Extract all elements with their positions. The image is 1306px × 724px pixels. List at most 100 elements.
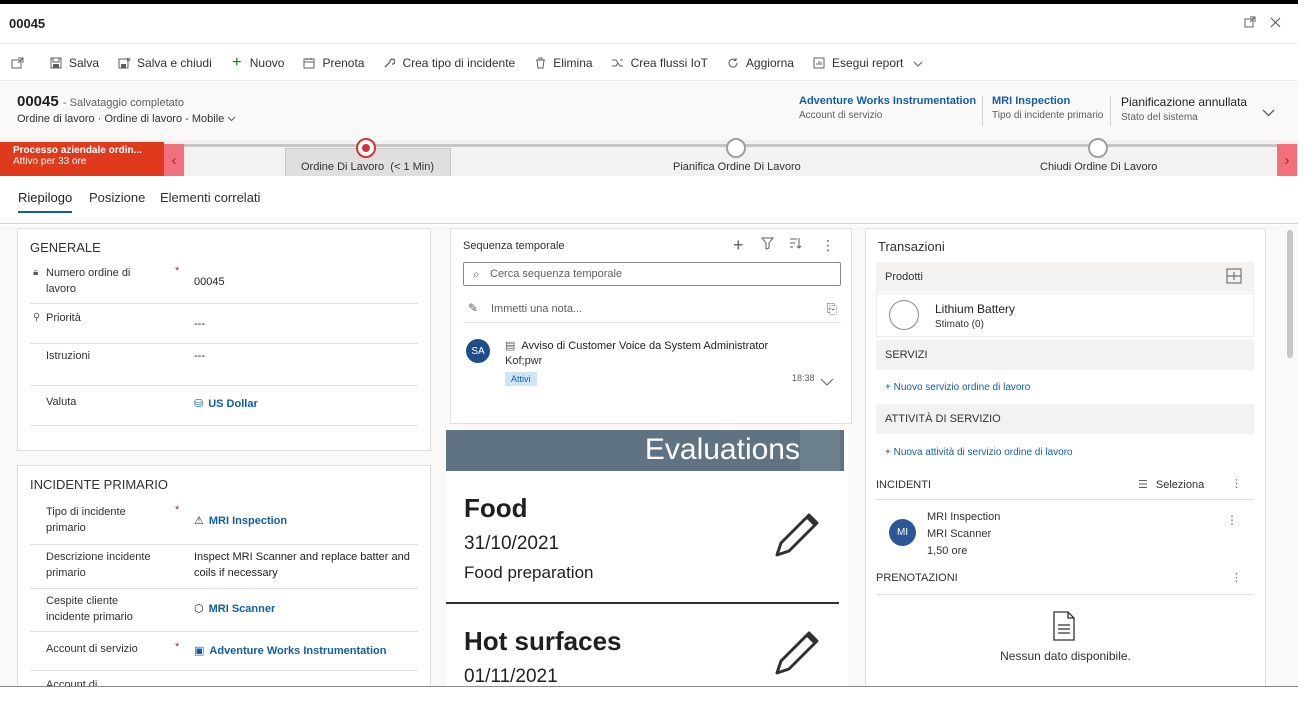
avatar: SA	[466, 339, 490, 363]
add-service-link[interactable]: + Nuovo servizio ordine di lavoro	[885, 382, 1030, 393]
header-divider	[982, 96, 983, 126]
timeline-entry-time: 18:38	[792, 373, 815, 383]
more-icon[interactable]: ⋮	[821, 237, 835, 254]
popout-icon[interactable]	[1244, 16, 1256, 31]
save-close-button[interactable]: Salva e chiudi	[108, 45, 221, 81]
bpf-stage-label-2[interactable]: Pianifica Ordine Di Lavoro	[673, 161, 801, 173]
field-label: Account di	[46, 679, 98, 686]
evaluation-name: Hot surfaces	[464, 626, 622, 656]
evaluation-item[interactable]: Food 31/10/2021 Food preparation	[446, 471, 839, 604]
section-title: Transazioni	[878, 239, 945, 254]
bpf-stage-label-1[interactable]: Ordine Di Lavoro (< 1 Min)	[301, 161, 434, 173]
form-selector[interactable]: Ordine di lavoro · Ordine di lavoro - Mo…	[17, 113, 236, 125]
header-field-incident-type[interactable]: MRI Inspection Tipo di incidente primario	[992, 95, 1103, 121]
subgrid-prodotti-header: Prodotti	[876, 262, 1254, 292]
field-value-link[interactable]: ⬡ MRI Scanner	[194, 601, 418, 617]
section-incidente-primario: INCIDENTE PRIMARIO Tipo di incidente pri…	[17, 465, 431, 686]
refresh-icon	[726, 56, 740, 70]
delete-button[interactable]: Elimina	[524, 45, 601, 81]
bpf-stage-node-2[interactable]	[726, 138, 746, 158]
field-row: ⚲ Priorità ---	[30, 304, 418, 344]
tab-elementi-correlati[interactable]: Elementi correlati	[160, 190, 260, 205]
run-report-button[interactable]: Esegui report	[803, 45, 932, 81]
new-button[interactable]: + Nuovo	[221, 45, 294, 81]
field-label: Cespite cliente incidente primario	[46, 595, 133, 623]
sort-icon[interactable]	[789, 237, 802, 253]
section-title: INCIDENTE PRIMARIO	[30, 477, 168, 492]
note-input[interactable]: ✎ Immetti una nota... ⎘	[463, 293, 841, 323]
key-icon: ⚲	[33, 312, 41, 323]
field-value[interactable]: ---	[194, 348, 418, 364]
field-row: 🔒︎ Numero ordine di lavoro * 00045	[30, 263, 418, 304]
save-icon	[49, 56, 63, 70]
required-marker: *	[175, 504, 180, 516]
scrollbar[interactable]	[1287, 230, 1293, 358]
field-label: 🔒︎ Numero ordine di lavoro	[33, 267, 131, 295]
survey-icon: ▤	[505, 340, 516, 352]
trash-icon	[533, 56, 547, 70]
field-row: Cespite cliente incidente primario ⬡ MRI …	[30, 589, 418, 632]
warning-icon: ⚠	[194, 515, 204, 527]
timeline-entry-title[interactable]: ▤ Avviso di Customer Voice da System Admi…	[505, 339, 768, 352]
book-button[interactable]: Prenota	[293, 45, 373, 81]
chevron-down-icon[interactable]	[820, 375, 834, 389]
product-card[interactable]: Lithium Battery Stimato (0)	[876, 293, 1254, 337]
header-field-service-account[interactable]: Adventure Works Instrumentation Account d…	[799, 95, 976, 121]
report-icon	[812, 56, 826, 70]
attachment-icon[interactable]: ⎘	[827, 301, 837, 317]
field-value-link[interactable]: ⛁ US Dollar	[194, 396, 418, 412]
evaluation-name: Food	[464, 493, 528, 523]
more-icon[interactable]: ⋮	[1231, 477, 1242, 490]
field-label: Tipo di incidente primario	[46, 506, 126, 534]
field-row: Valuta ⛁ US Dollar	[30, 386, 418, 426]
incident-card[interactable]: MRI Inspection MRI Scanner 1,50 ore	[927, 509, 1000, 560]
open-record-button[interactable]	[0, 45, 40, 81]
field-value[interactable]: 00045	[194, 274, 418, 290]
add-icon[interactable]: +	[733, 235, 744, 256]
bpf-stage-label-3[interactable]: Chiudi Ordine Di Lavoro	[1040, 161, 1157, 173]
more-icon[interactable]: ⋮	[1231, 571, 1242, 584]
create-iot-flows-button[interactable]: Crea flussi IoT	[602, 45, 717, 81]
edit-pencil-icon[interactable]	[771, 625, 825, 682]
select-button[interactable]: ☰ Seleziona	[1138, 478, 1204, 491]
status-badge: Attivi	[505, 372, 537, 386]
create-incident-type-button[interactable]: Crea tipo di incidente	[373, 45, 524, 81]
bpf-next-button[interactable]: ›	[1277, 144, 1297, 176]
evaluations-header-box	[800, 430, 840, 471]
subgrid-attivita-header: ATTIVITÀ DI SERVIZIO	[876, 404, 1254, 434]
bpf-process-flyout[interactable]: Processo aziendale ordin... Attivo per 33…	[0, 142, 164, 176]
close-icon[interactable]	[1270, 16, 1281, 31]
add-service-task-link[interactable]: + Nuova attività di servizio ordine di l…	[885, 447, 1073, 458]
evaluation-description: Food preparation	[464, 563, 594, 582]
document-icon	[1052, 611, 1076, 644]
bpf-prev-button[interactable]: ‹	[164, 144, 184, 176]
chevron-down-icon	[913, 56, 923, 70]
more-icon[interactable]: ⋮	[1226, 513, 1238, 527]
tab-riepilogo[interactable]: Riepilogo	[18, 190, 73, 213]
evaluations-panel: Evaluations Food 31/10/2021 Food prepara…	[446, 430, 848, 686]
filter-icon[interactable]	[760, 237, 775, 253]
bpf-stage-node-3[interactable]	[1088, 138, 1108, 158]
bpf-stage-node-1[interactable]	[356, 138, 376, 158]
wrench-icon	[382, 56, 396, 70]
field-value-link[interactable]: ▣ Adventure Works Instrumentation	[194, 643, 418, 659]
field-label: ⚲ Priorità	[33, 312, 81, 324]
account-icon: ▣	[194, 645, 205, 657]
evaluation-item[interactable]: Hot surfaces 01/11/2021	[446, 606, 839, 686]
header-expand-chevron-icon[interactable]	[1262, 106, 1275, 120]
timeline-title: Sequenza temporale	[463, 240, 565, 252]
calendar-icon	[302, 56, 316, 70]
field-value[interactable]: Inspect MRI Scanner and replace batter a…	[194, 549, 418, 581]
field-label: Istruzioni	[46, 350, 91, 362]
save-button[interactable]: Salva	[40, 45, 108, 81]
tab-posizione[interactable]: Posizione	[89, 190, 145, 205]
window-titlebar: 00045	[0, 4, 1298, 44]
form-tabs: Riepilogo Posizione Elementi correlati	[0, 176, 1298, 224]
field-value[interactable]: ---	[194, 316, 418, 332]
add-grid-icon[interactable]	[1226, 268, 1242, 287]
edit-pencil-icon[interactable]	[771, 507, 825, 564]
refresh-button[interactable]: Aggiorna	[717, 45, 803, 81]
timeline-search-input[interactable]: ⌕ Cerca sequenza temporale	[463, 262, 841, 286]
field-value-link[interactable]: ⚠ MRI Inspection	[194, 513, 418, 529]
field-label: Account di servizio	[46, 643, 138, 655]
